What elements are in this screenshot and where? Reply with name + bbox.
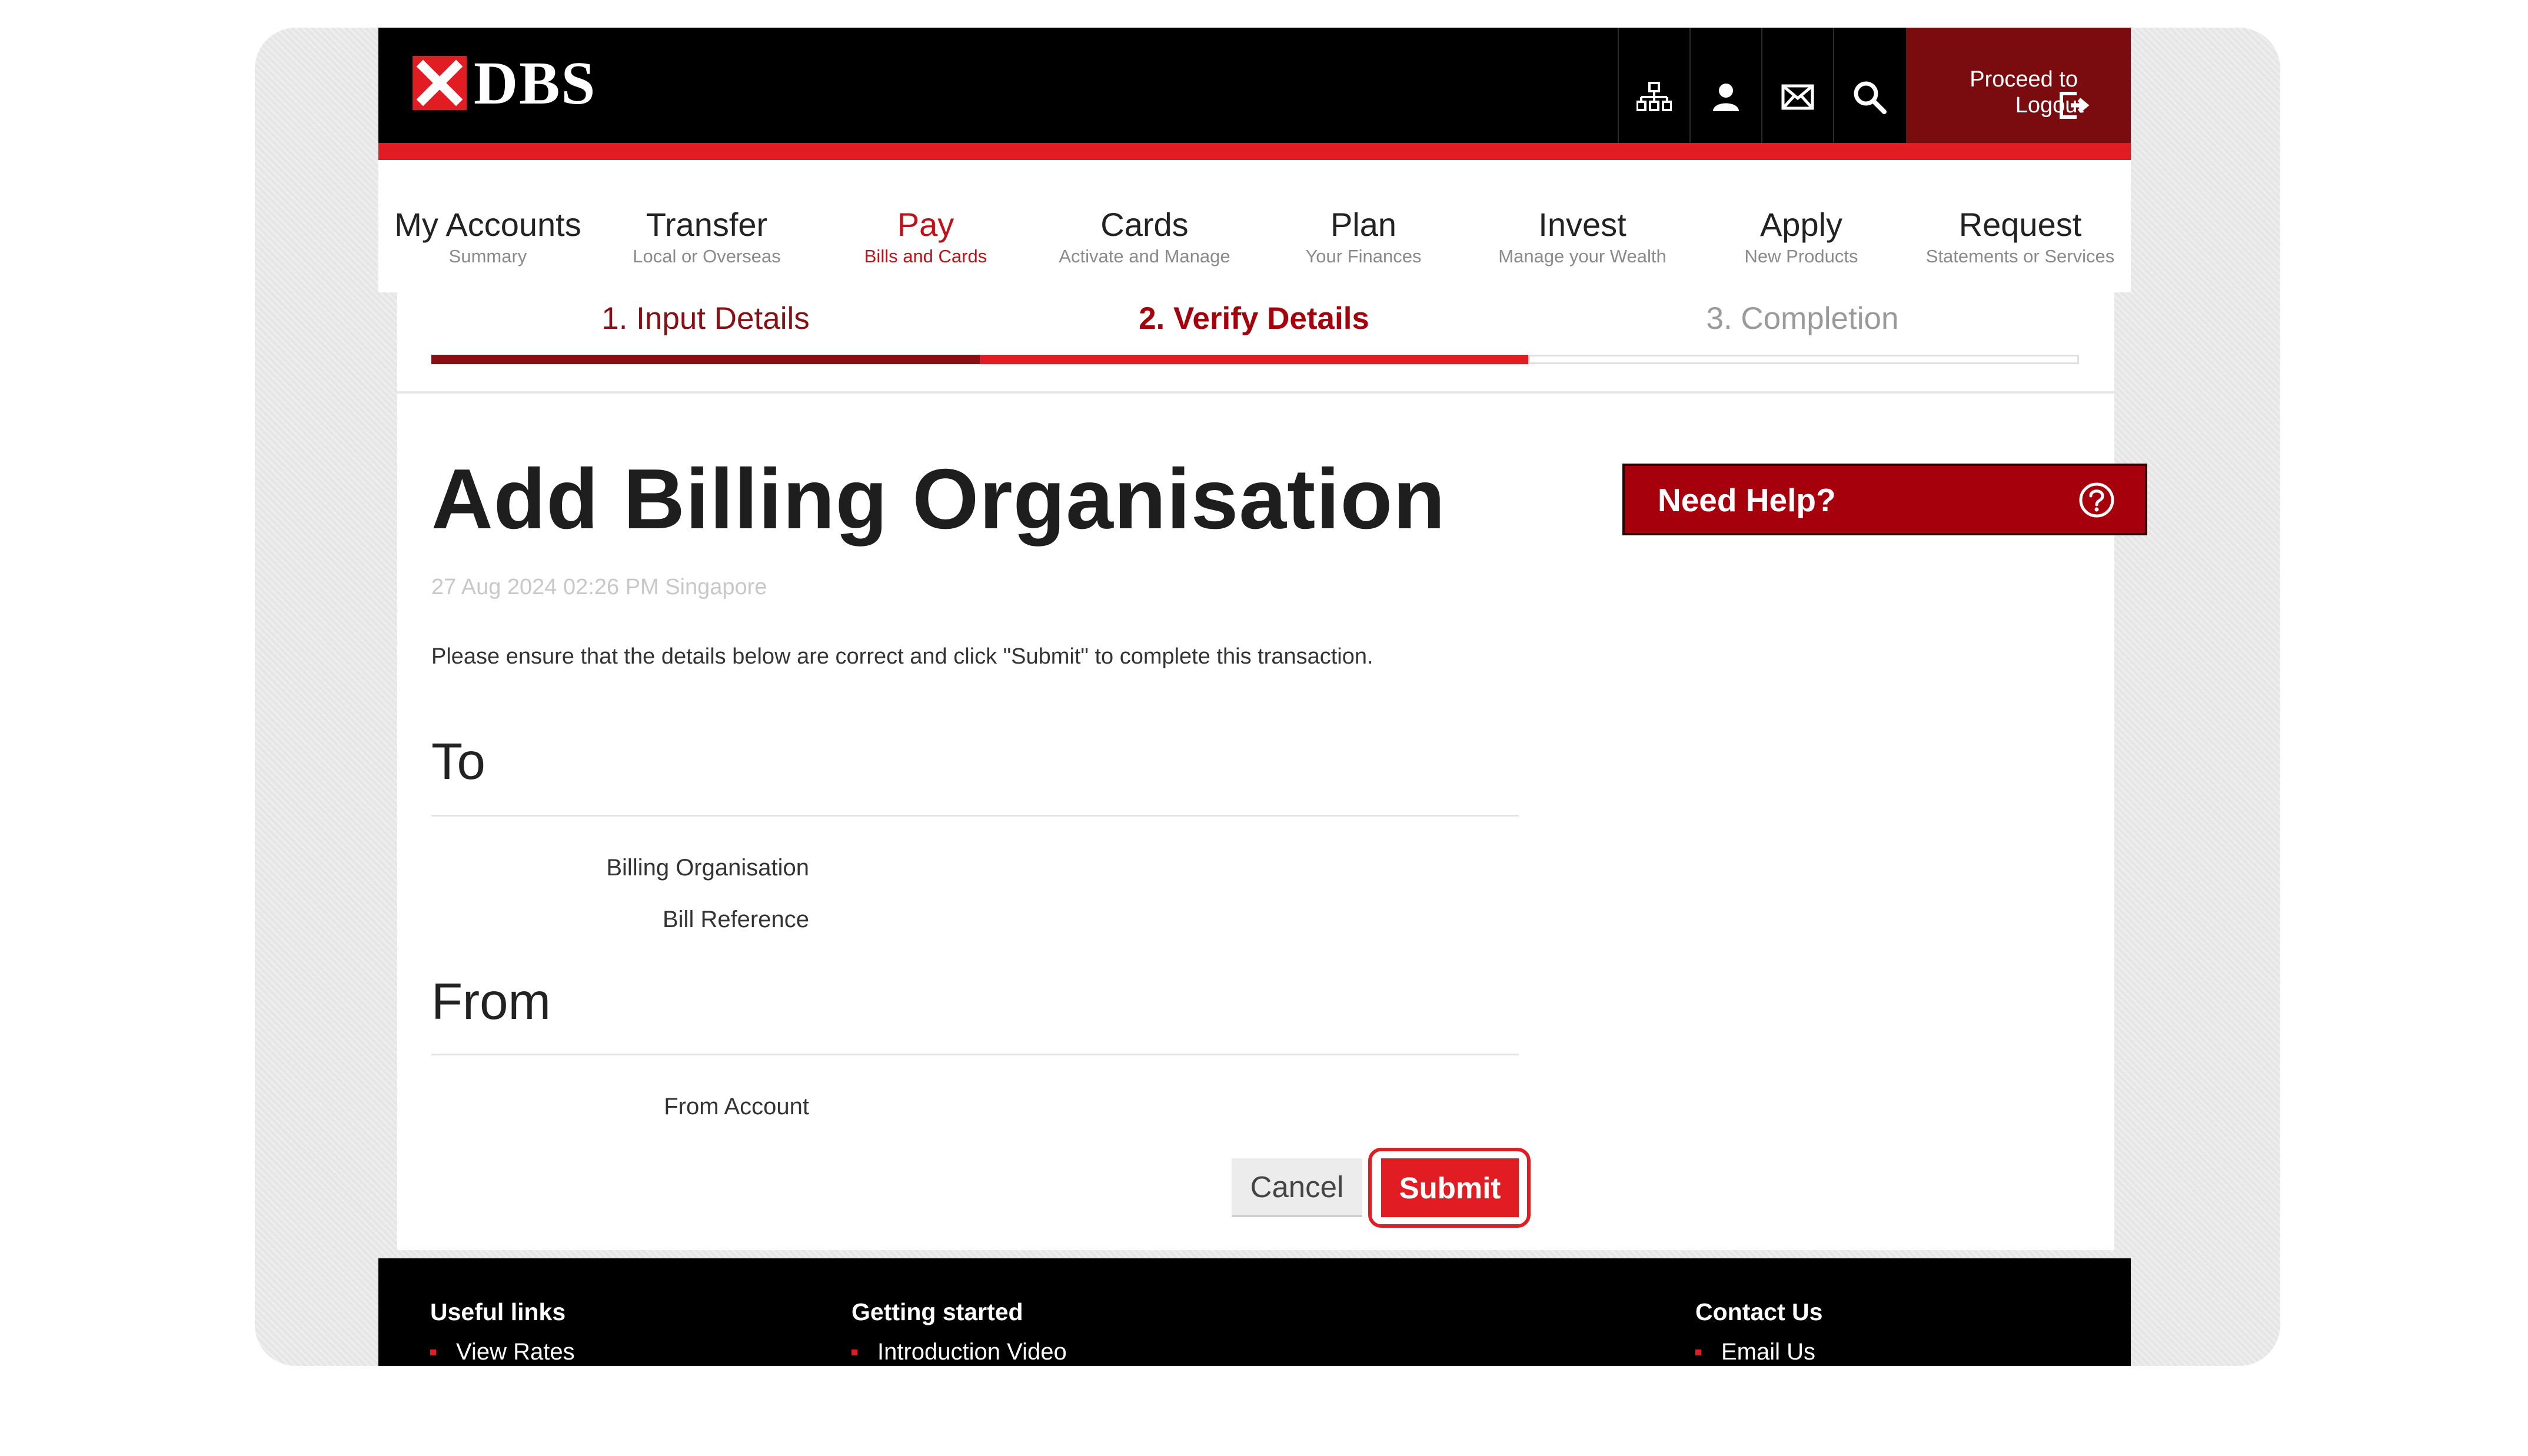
nav-subtitle: New Products bbox=[1744, 246, 1858, 266]
content-card: 1. Input Details 2. Verify Details 3. Co… bbox=[397, 285, 2114, 1250]
dbs-logo-icon bbox=[413, 56, 467, 110]
nav-pay[interactable]: Pay Bills and Cards bbox=[816, 160, 1035, 292]
messages-button[interactable] bbox=[1761, 28, 1833, 143]
search-button[interactable] bbox=[1833, 28, 1905, 143]
nav-apply[interactable]: Apply New Products bbox=[1692, 160, 1911, 292]
instruction-text: Please ensure that the details below are… bbox=[431, 644, 1373, 669]
need-help-label: Need Help? bbox=[1658, 482, 1836, 518]
nav-invest[interactable]: Invest Manage your Wealth bbox=[1473, 160, 1692, 292]
logout-icon bbox=[2060, 92, 2090, 119]
progress-steps: 1. Input Details 2. Verify Details 3. Co… bbox=[397, 285, 2114, 394]
step-completion: 3. Completion bbox=[1706, 301, 1899, 336]
footer-link-intro-video[interactable]: Introduction Video bbox=[851, 1339, 1067, 1365]
from-section-divider bbox=[431, 1054, 1519, 1055]
nav-request[interactable]: Request Statements or Services bbox=[1911, 160, 2130, 292]
nav-subtitle: Manage your Wealth bbox=[1498, 246, 1667, 266]
dbs-logo[interactable]: DBS bbox=[413, 49, 596, 117]
main-nav: My Accounts Summary Transfer Local or Ov… bbox=[378, 160, 2131, 292]
sitemap-button[interactable] bbox=[1618, 28, 1689, 143]
transaction-timestamp: 27 Aug 2024 02:26 PM Singapore bbox=[431, 575, 767, 599]
to-section-heading: To bbox=[431, 733, 485, 790]
from-account-label: From Account bbox=[664, 1094, 809, 1120]
nav-title: Invest bbox=[1538, 206, 1626, 243]
billing-organisation-label: Billing Organisation bbox=[606, 855, 809, 881]
logout-line1: Proceed to bbox=[1970, 67, 2078, 92]
profile-button[interactable] bbox=[1689, 28, 1761, 143]
footer-link-email-us[interactable]: Email Us bbox=[1695, 1339, 1822, 1365]
logo-wordmark: DBS bbox=[474, 49, 597, 117]
to-section-divider bbox=[431, 815, 1519, 817]
submit-button[interactable]: Submit bbox=[1381, 1158, 1519, 1217]
site-footer: Useful links View Rates Getting started … bbox=[378, 1258, 2131, 1366]
logout-button[interactable]: Proceed to Logout bbox=[1906, 28, 2131, 143]
nav-title: Cards bbox=[1100, 206, 1189, 243]
cancel-button[interactable]: Cancel bbox=[1232, 1158, 1362, 1217]
bill-reference-label: Bill Reference bbox=[662, 907, 809, 932]
nav-subtitle: Bills and Cards bbox=[864, 246, 987, 266]
step-bar-pending bbox=[1528, 355, 2079, 364]
nav-title: Plan bbox=[1330, 206, 1397, 243]
nav-subtitle: Your Finances bbox=[1305, 246, 1422, 266]
need-help-button[interactable]: Need Help? bbox=[1622, 464, 2147, 535]
sitemap-icon bbox=[1636, 82, 1672, 111]
nav-title: Transfer bbox=[646, 206, 768, 243]
step-bar-done bbox=[431, 355, 980, 364]
nav-title: Apply bbox=[1759, 206, 1843, 243]
nav-title: My Accounts bbox=[394, 206, 581, 243]
footer-heading: Contact Us bbox=[1695, 1298, 1823, 1325]
footer-heading: Getting started bbox=[851, 1298, 1023, 1325]
nav-subtitle: Local or Overseas bbox=[633, 246, 781, 266]
footer-contact-us: Contact Us Email Us bbox=[1695, 1298, 1822, 1365]
step-bar-current bbox=[980, 355, 1528, 364]
footer-useful-links: Useful links View Rates bbox=[430, 1298, 575, 1365]
nav-subtitle: Activate and Manage bbox=[1059, 246, 1230, 266]
footer-heading: Useful links bbox=[430, 1298, 566, 1325]
step-verify-details: 2. Verify Details bbox=[1139, 301, 1369, 336]
nav-my-accounts[interactable]: My Accounts Summary bbox=[378, 160, 597, 292]
search-icon bbox=[1854, 81, 1887, 114]
nav-cards[interactable]: Cards Activate and Manage bbox=[1035, 160, 1254, 292]
user-icon bbox=[1713, 84, 1739, 111]
nav-title: Pay bbox=[897, 206, 954, 243]
browser-frame: DBS Proceed to Logout My Accounts Summar… bbox=[255, 28, 2280, 1366]
top-header: DBS Proceed to Logout bbox=[378, 28, 2131, 143]
header-red-stripe bbox=[378, 143, 2131, 160]
mail-icon bbox=[1781, 84, 1814, 110]
page-title: Add Billing Organisation bbox=[431, 451, 1446, 547]
nav-subtitle: Statements or Services bbox=[1925, 246, 2115, 266]
question-icon bbox=[2079, 482, 2114, 518]
nav-title: Request bbox=[1958, 206, 2082, 243]
nav-plan[interactable]: Plan Your Finances bbox=[1254, 160, 1473, 292]
footer-getting-started: Getting started Introduction Video bbox=[851, 1298, 1067, 1365]
nav-transfer[interactable]: Transfer Local or Overseas bbox=[597, 160, 816, 292]
step-input-details: 1. Input Details bbox=[601, 301, 810, 336]
footer-link-view-rates[interactable]: View Rates bbox=[430, 1339, 575, 1365]
nav-subtitle: Summary bbox=[448, 246, 527, 266]
from-section-heading: From bbox=[431, 973, 551, 1030]
